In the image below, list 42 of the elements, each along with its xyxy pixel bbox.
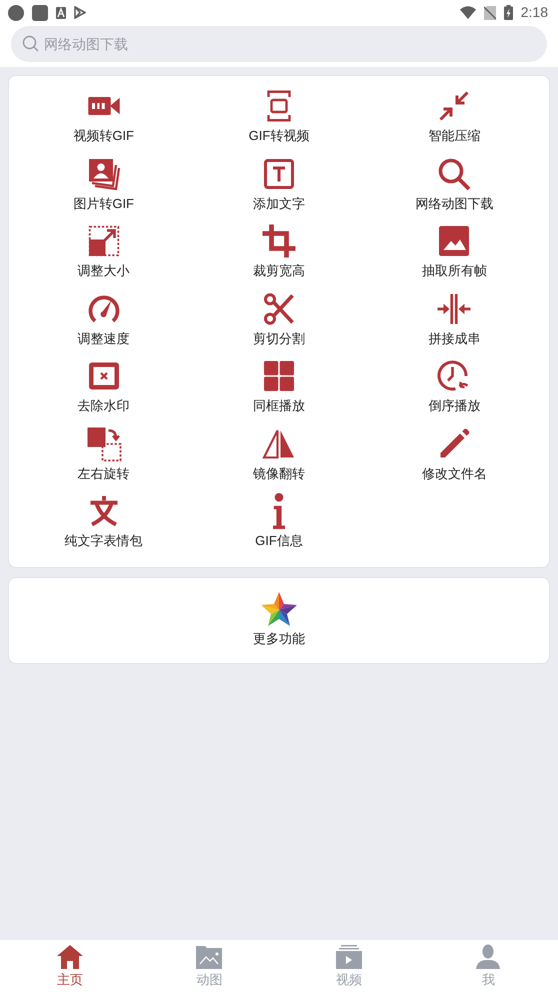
clock-time: 2:18	[520, 3, 548, 22]
magnifier-icon	[436, 156, 472, 192]
wifi-icon	[460, 6, 476, 19]
tool-button[interactable]: 同框播放	[191, 358, 367, 426]
tool-button[interactable]: 图片转GIF	[16, 156, 192, 223]
search-field[interactable]: 网络动图下载	[11, 26, 547, 62]
more-features-label: 更多功能	[253, 630, 305, 648]
tool-button[interactable]: 视频转GIF	[16, 88, 192, 156]
tool-button[interactable]: GIF转视频	[191, 88, 367, 156]
tool-button[interactable]: 智能压缩	[366, 88, 542, 156]
square-icon	[32, 4, 48, 20]
tool-button[interactable]: 倒序播放	[366, 358, 542, 426]
search-icon	[22, 35, 39, 52]
letter-box-icon	[56, 6, 66, 18]
tool-button[interactable]: 拼接成串	[366, 290, 542, 358]
nav-tab[interactable]: 主页	[0, 940, 140, 992]
play-store-icon	[74, 6, 86, 19]
tool-button[interactable]: 调整大小	[16, 223, 192, 290]
info-icon	[272, 493, 285, 529]
more-features-button[interactable]: 更多功能	[253, 591, 305, 649]
tool-button[interactable]: GIF信息	[191, 493, 367, 560]
video-folder-icon	[334, 944, 363, 970]
battery-icon	[504, 5, 513, 20]
folder-picture-icon	[195, 944, 224, 970]
tool-button[interactable]: 裁剪宽高	[191, 223, 367, 290]
tool-button[interactable]: 添加文字	[191, 156, 367, 223]
tool-button[interactable]: 抽取所有帧	[366, 223, 542, 290]
tool-button[interactable]: 调整速度	[16, 290, 192, 358]
star-icon	[260, 591, 298, 628]
home-icon	[56, 944, 84, 970]
no-sim-icon	[484, 6, 496, 20]
rotate-squares-icon	[86, 426, 122, 462]
tool-button[interactable]: 去除水印	[16, 358, 192, 426]
tool-button[interactable]: 左右旋转	[16, 426, 192, 493]
tool-button[interactable]: 修改文件名	[366, 426, 542, 493]
tool-button[interactable]: 剪切分割	[191, 290, 367, 358]
circle-icon	[8, 4, 24, 20]
tool-button[interactable]: 镜像翻转	[191, 426, 367, 493]
tool-button[interactable]: 纯文字表情包	[16, 493, 192, 560]
tool-button[interactable]: 网络动图下载	[366, 156, 542, 223]
crop-icon	[260, 223, 297, 259]
person-icon	[474, 944, 502, 970]
